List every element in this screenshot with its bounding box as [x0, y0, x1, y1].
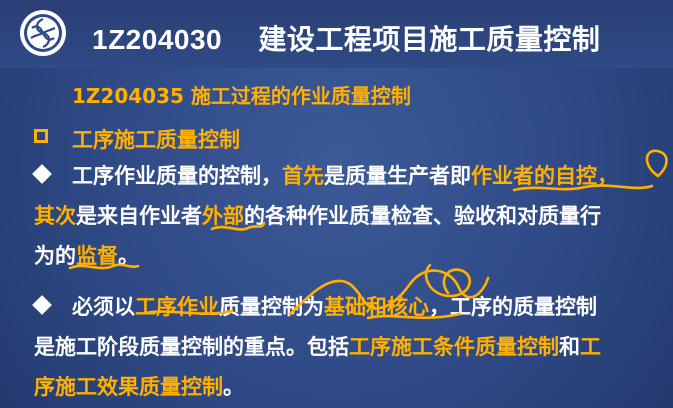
highlight-external: 外部 — [202, 204, 244, 228]
paragraph-2-line-1: 必须以工序作业质量控制为基础和核心，工序的质量控制 — [72, 291, 597, 321]
text-segment: 和 — [559, 335, 580, 359]
text-segment: 质量控制为 — [219, 295, 324, 319]
highlight-supervision: 监督 — [76, 244, 118, 268]
text-segment: ，工序的质量控制 — [429, 295, 597, 319]
text-segment: 为的 — [34, 244, 76, 268]
highlight-first: 首先 — [282, 164, 324, 188]
text-segment: 工 — [580, 335, 601, 359]
highlight-condition-control: 工序施工条件质量控制 — [349, 335, 559, 359]
paragraph-1-line-1: 工序作业质量的控制，首先是质量生产者即作业者的自控， — [72, 160, 618, 190]
paragraph-1-line-2: 其次是来自作业者外部的各种作业质量检查、验收和对质量行 — [34, 200, 601, 230]
text-segment: 是质量生产者即 — [324, 164, 471, 188]
text-segment: 必须以 — [72, 295, 135, 319]
square-bullet-icon — [34, 129, 48, 143]
seal-logo-icon — [20, 10, 66, 56]
highlight-foundation-core: 基础和核心 — [324, 295, 429, 319]
text-segment: 是来自作业者 — [76, 204, 202, 228]
title-text: 建设工程项目施工质量控制 — [258, 23, 601, 56]
highlight-self-control: 作业者的自控 — [471, 164, 597, 188]
section-heading: 工序施工质量控制 — [72, 128, 240, 152]
text-segment: 的各种作业质量检查、验收和对质量行 — [244, 204, 601, 228]
highlight-effect-control: 序施工效果质量控制 — [34, 375, 223, 399]
paragraph-2-line-2: 是施工阶段质量控制的重点。包括工序施工条件质量控制和工 — [34, 331, 601, 361]
paragraph-1-line-3: 为的监督。 — [34, 240, 139, 270]
page-title: 1Z204030 建设工程项目施工质量控制 — [92, 18, 600, 58]
title-code: 1Z204030 — [92, 24, 223, 55]
text-segment: 是施工阶段质量控制的重点。包括 — [34, 335, 349, 359]
text-segment: 工序作业质量的控制， — [72, 164, 282, 188]
highlight-second: 其次 — [34, 204, 76, 228]
paragraph-2-line-3: 序施工效果质量控制。 — [34, 371, 244, 401]
text-segment: 。 — [118, 244, 139, 268]
section-subtitle: 1Z204035 施工过程的作业质量控制 — [72, 84, 411, 108]
text-segment: ， — [597, 164, 618, 188]
highlight-process-work: 工序作业 — [135, 295, 219, 319]
text-segment: 。 — [223, 375, 244, 399]
